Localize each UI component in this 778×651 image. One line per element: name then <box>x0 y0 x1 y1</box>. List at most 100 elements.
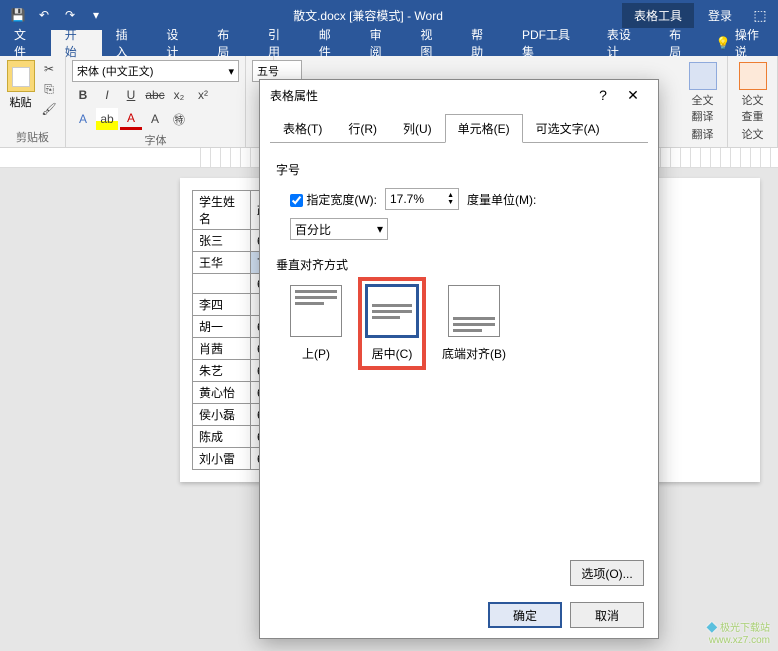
chevron-down-icon: ▾ <box>377 222 383 236</box>
valign-top-option[interactable]: 上(P) <box>290 285 342 362</box>
valign-center-icon <box>366 285 418 337</box>
sign-in-button[interactable]: 登录 <box>696 3 744 28</box>
ribbon-tab-strip: 文件 开始 插入 设计 布局 引用 邮件 审阅 视图 帮助 PDF工具集 表设计… <box>0 30 778 56</box>
measure-unit-dropdown[interactable]: 百分比 ▾ <box>290 218 388 240</box>
cut-icon[interactable]: ✂ <box>39 60 59 78</box>
table-cell[interactable]: 胡一 <box>193 316 251 338</box>
measure-value: 百分比 <box>295 221 331 238</box>
italic-button[interactable]: I <box>96 84 118 106</box>
subscript-button[interactable]: x₂ <box>168 84 190 106</box>
qat-customize-icon[interactable]: ▾ <box>84 3 108 27</box>
character-shading-button[interactable]: A <box>144 108 166 130</box>
tab-view[interactable]: 视图 <box>406 30 457 56</box>
width-value: 17.7% <box>390 192 424 206</box>
spin-up-icon[interactable]: ▲ <box>447 192 454 199</box>
dialog-help-button[interactable]: ? <box>588 83 618 107</box>
font-name-combo[interactable]: 宋体 (中文正文) ▾ <box>72 60 239 82</box>
valign-center-option[interactable]: 居中(C) <box>366 285 418 362</box>
tab-references[interactable]: 引用 <box>254 30 305 56</box>
tab-insert[interactable]: 插入 <box>102 30 153 56</box>
spin-down-icon[interactable]: ▼ <box>447 199 454 206</box>
tell-me-search[interactable]: 💡 操作说 <box>706 30 778 56</box>
translate-label: 全文 翻译 <box>692 92 714 124</box>
cancel-button[interactable]: 取消 <box>570 602 644 628</box>
watermark-logo-icon: ◆ <box>706 618 717 634</box>
table-cell[interactable]: 侯小磊 <box>193 404 251 426</box>
font-group: 宋体 (中文正文) ▾ B I U abc x₂ x² A ab A A ㊕ 字… <box>66 56 246 147</box>
font-name-value: 宋体 (中文正文) <box>77 63 153 79</box>
dialog-close-button[interactable]: ✕ <box>618 83 648 107</box>
table-cell[interactable]: 王华 <box>193 252 251 274</box>
paper-check-button[interactable]: 论文 查重 论文 <box>728 56 778 147</box>
preferred-width-check-input[interactable] <box>290 194 303 207</box>
ok-button[interactable]: 确定 <box>488 602 562 628</box>
valign-bottom-option[interactable]: 底端对齐(B) <box>442 285 506 362</box>
table-header-cell[interactable]: 学生姓名 <box>193 191 251 230</box>
dialog-tab-alt[interactable]: 可选文字(A) <box>523 114 613 143</box>
table-cell[interactable]: 张三 <box>193 230 251 252</box>
dialog-tab-table[interactable]: 表格(T) <box>270 114 335 143</box>
tab-help[interactable]: 帮助 <box>457 30 508 56</box>
options-button[interactable]: 选项(O)... <box>570 560 644 586</box>
tab-table-layout[interactable]: 布局 <box>655 30 706 56</box>
undo-icon[interactable]: ↶ <box>32 3 56 27</box>
underline-button[interactable]: U <box>120 84 142 106</box>
tab-review[interactable]: 审阅 <box>356 30 407 56</box>
dialog-tab-column[interactable]: 列(U) <box>390 114 445 143</box>
copy-icon[interactable]: ⎘ <box>39 80 59 98</box>
text-effects-button[interactable]: A <box>72 108 94 130</box>
paper-check-icon <box>739 62 767 90</box>
valign-center-label: 居中(C) <box>372 345 413 362</box>
strikethrough-button[interactable]: abc <box>144 84 166 106</box>
dialog-footer: 确定 取消 <box>260 592 658 638</box>
font-color-button[interactable]: A <box>120 108 142 130</box>
paper-label: 论文 查重 <box>742 92 764 124</box>
format-painter-icon[interactable]: 🖌 <box>39 100 59 118</box>
table-cell[interactable]: 陈成 <box>193 426 251 448</box>
tell-me-label: 操作说 <box>735 26 768 60</box>
watermark: ◆ 极光下载站 www.xz7.com <box>706 620 770 647</box>
table-cell[interactable]: 黄心怡 <box>193 382 251 404</box>
superscript-button[interactable]: x² <box>192 84 214 106</box>
dialog-tab-cell[interactable]: 单元格(E) <box>445 114 523 143</box>
tab-layout[interactable]: 布局 <box>203 30 254 56</box>
redo-icon[interactable]: ↷ <box>58 3 82 27</box>
dialog-tab-row[interactable]: 行(R) <box>335 114 390 143</box>
annotation-highlight: 居中(C) <box>358 277 426 370</box>
paste-icon <box>7 60 35 92</box>
font-group-label: 字体 <box>72 132 239 148</box>
table-cell[interactable] <box>193 274 251 294</box>
measure-unit-label: 度量单位(M): <box>467 191 536 208</box>
tab-mail[interactable]: 邮件 <box>305 30 356 56</box>
full-translate-button[interactable]: 全文 翻译 翻译 <box>678 56 728 147</box>
table-cell[interactable]: 肖茜 <box>193 338 251 360</box>
clipboard-group-label: 剪贴板 <box>6 129 59 145</box>
enclose-char-button[interactable]: ㊕ <box>168 108 190 130</box>
dialog-body: 字号 指定宽度(W): 17.7% ▲▼ 度量单位(M): 百分比 ▾ 垂直对齐… <box>260 143 658 560</box>
paper-group-label: 论文 <box>742 126 764 142</box>
watermark-line2: www.xz7.com <box>709 635 770 646</box>
chevron-down-icon: ▾ <box>228 65 234 78</box>
document-title: 散文.docx [兼容模式] - Word <box>114 7 622 24</box>
bold-button[interactable]: B <box>72 84 94 106</box>
table-cell[interactable]: 刘小雷 <box>193 448 251 470</box>
paste-button[interactable]: 粘贴 <box>6 60 35 129</box>
preferred-width-checkbox[interactable]: 指定宽度(W): <box>290 191 377 208</box>
save-icon[interactable]: 💾 <box>6 3 30 27</box>
dialog-titlebar: 表格属性 ? ✕ <box>260 80 658 110</box>
tab-table-design[interactable]: 表设计 <box>593 30 655 56</box>
valign-section-label: 垂直对齐方式 <box>276 256 642 273</box>
width-spinner[interactable]: 17.7% ▲▼ <box>385 188 459 210</box>
watermark-line1: 极光下载站 <box>720 623 770 634</box>
tab-pdf[interactable]: PDF工具集 <box>508 30 593 56</box>
highlight-button[interactable]: ab <box>96 108 118 130</box>
valign-bottom-icon <box>448 285 500 337</box>
table-cell[interactable]: 朱艺 <box>193 360 251 382</box>
paste-label: 粘贴 <box>10 94 32 110</box>
tab-home[interactable]: 开始 <box>51 30 102 56</box>
ribbon-display-icon[interactable]: ⬚ <box>746 1 774 29</box>
tab-design[interactable]: 设计 <box>152 30 203 56</box>
valign-bottom-label: 底端对齐(B) <box>442 345 506 362</box>
tab-file[interactable]: 文件 <box>0 30 51 56</box>
table-cell[interactable]: 李四 <box>193 294 251 316</box>
